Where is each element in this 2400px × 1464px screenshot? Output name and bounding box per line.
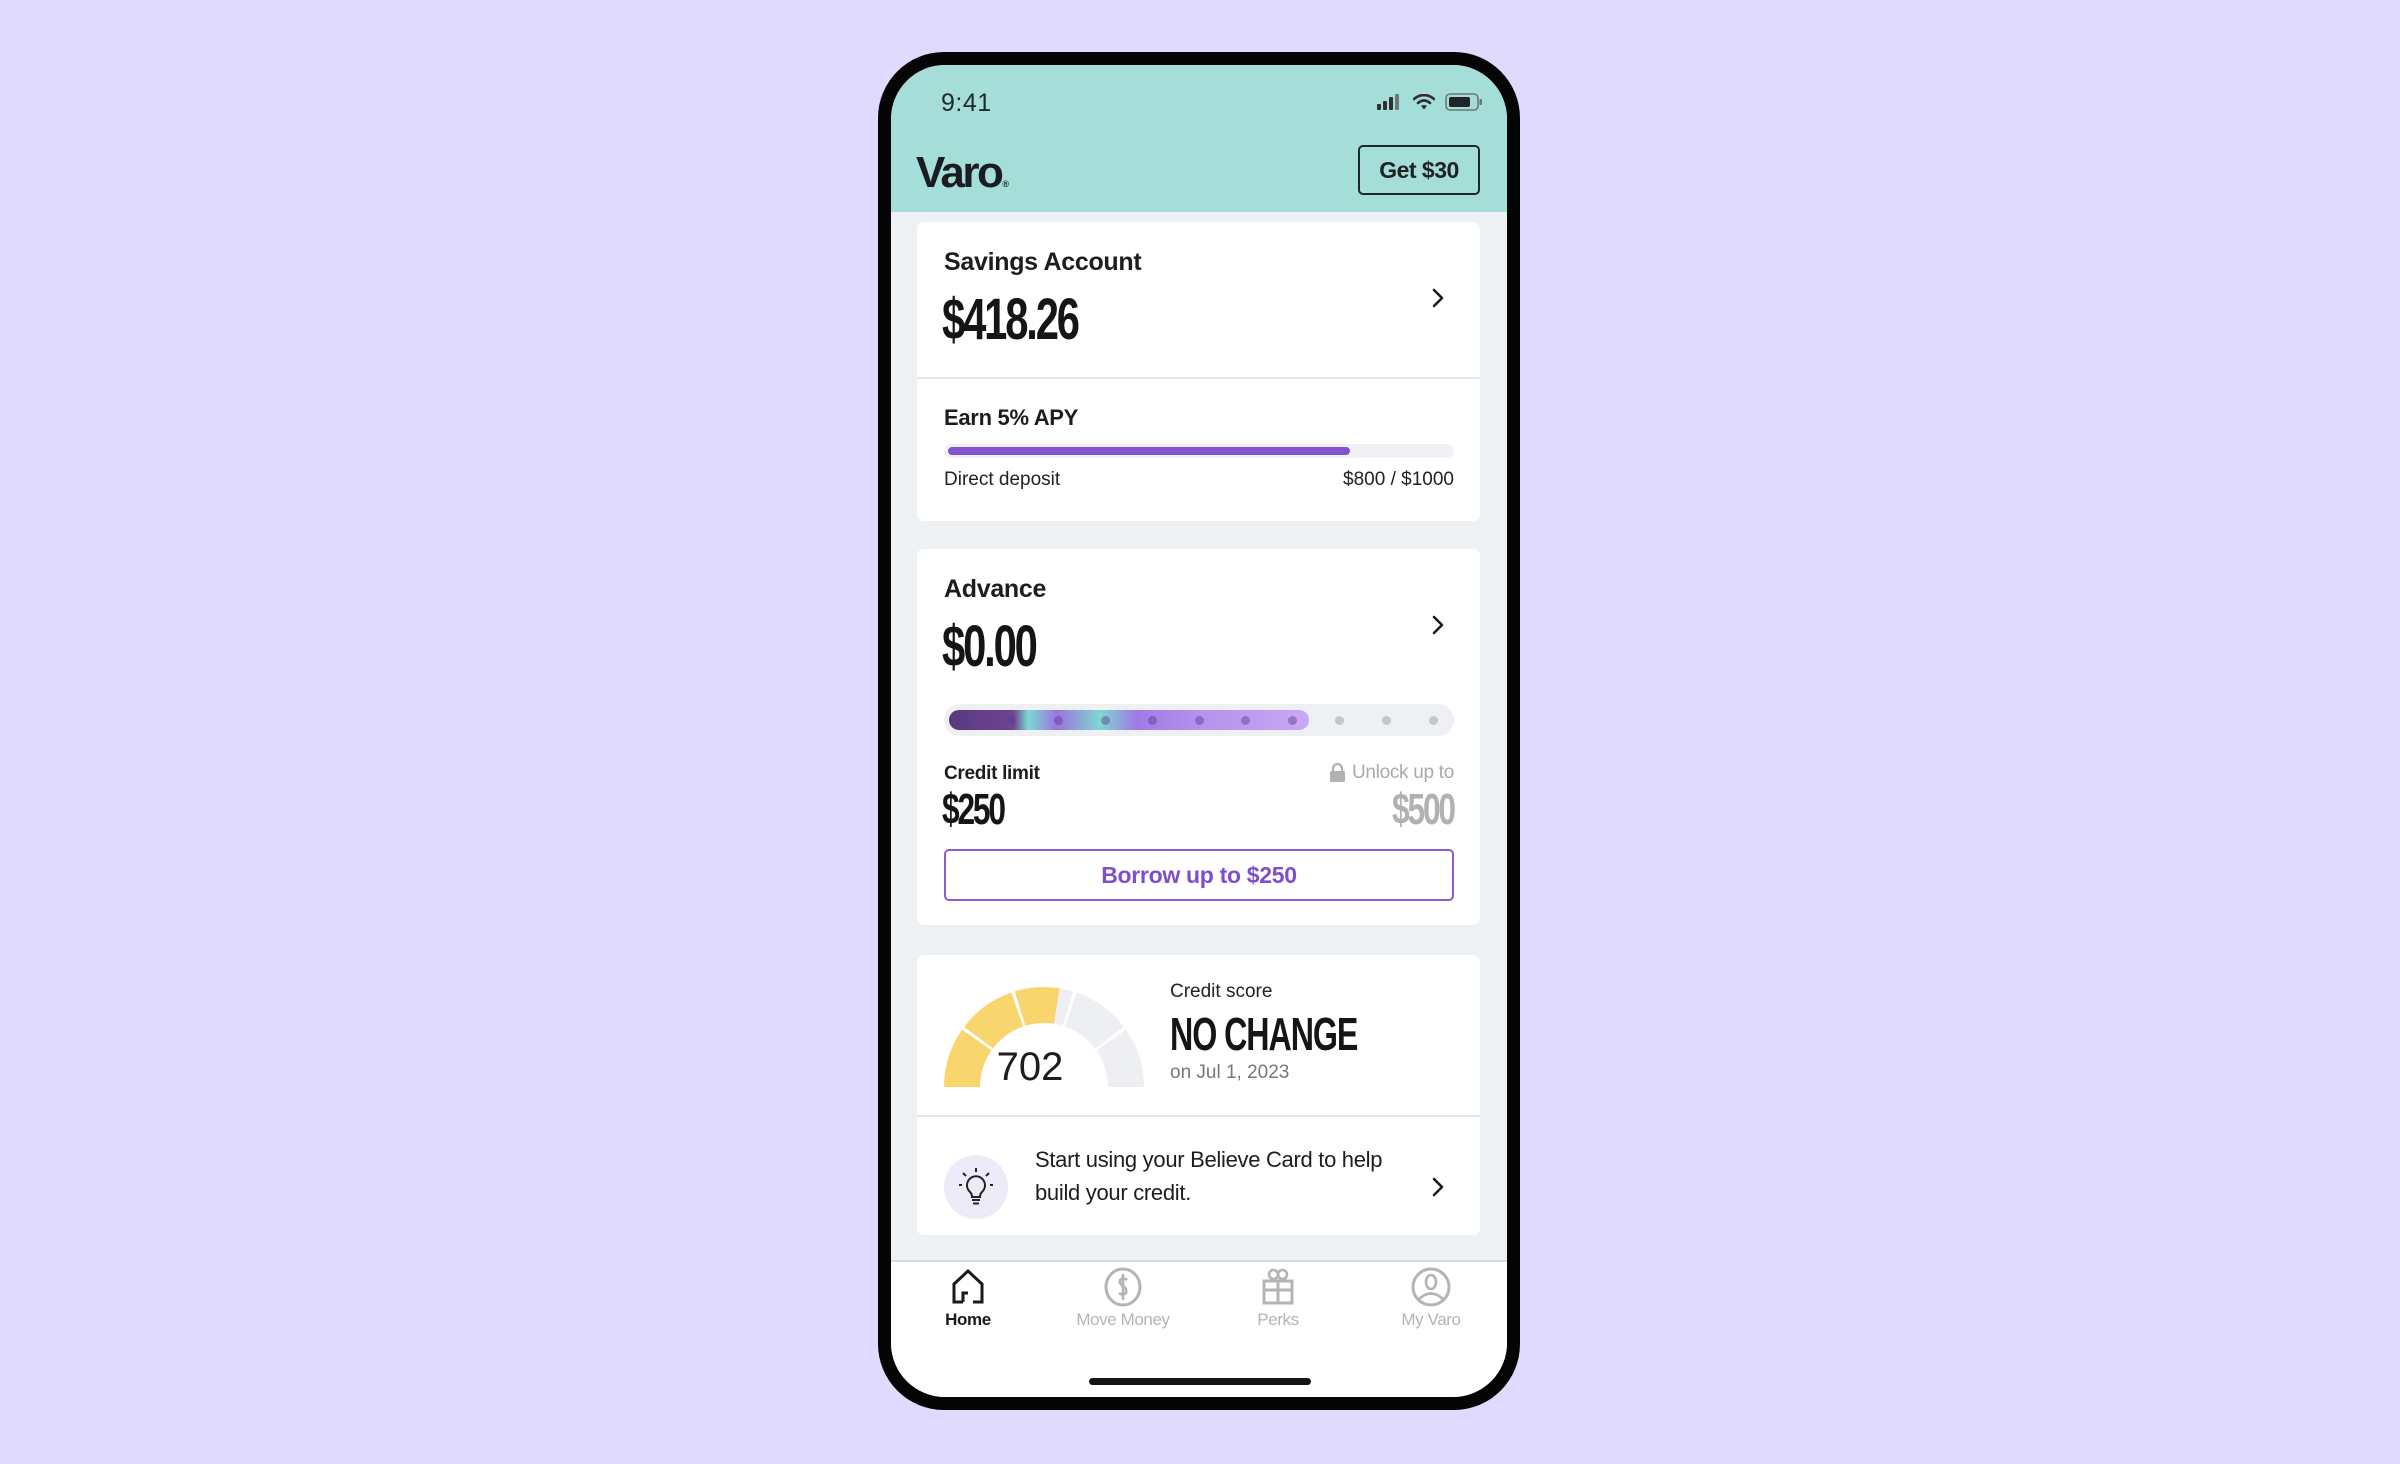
dollar-circle-icon [1104, 1267, 1142, 1307]
advance-card[interactable]: Advance $0.00 Credit limit $250 Unlock u… [917, 549, 1480, 925]
signal-icon [1377, 94, 1399, 110]
credit-limit-label: Credit limit [944, 763, 1040, 784]
phone-frame: 9:41 Varo® Get $30 Savings Account $418.… [878, 52, 1520, 1410]
app-header: 9:41 Varo® Get $30 [891, 65, 1507, 212]
status-time: 9:41 [941, 89, 992, 117]
home-indicator[interactable] [1089, 1378, 1311, 1385]
chevron-right-icon[interactable] [1430, 613, 1446, 637]
lock-icon [1329, 763, 1345, 782]
status-icons [1377, 93, 1483, 111]
advance-tier-progress-bar [944, 704, 1454, 736]
savings-title: Savings Account [944, 248, 1142, 276]
app-screen: 9:41 Varo® Get $30 Savings Account $418.… [891, 65, 1507, 1397]
credit-limit-amount: $250 [942, 785, 1006, 834]
credit-score-value: 702 [996, 1045, 1064, 1089]
tip-icon-badge [944, 1155, 1008, 1219]
credit-score-card[interactable]: 702 Credit score NO CHANGE on Jul 1, 202… [917, 955, 1480, 1235]
user-circle-icon [1411, 1267, 1451, 1307]
advance-tier-dot [960, 716, 969, 725]
gauge-segment-filled [1014, 987, 1060, 1026]
advance-tier-dot [1335, 716, 1345, 725]
unlock-amount: $500 [1392, 785, 1456, 834]
wifi-icon [1413, 94, 1435, 110]
advance-tier-dot [1429, 716, 1438, 725]
nav-item-perks[interactable]: Perks [1203, 1266, 1353, 1330]
advance-title: Advance [944, 575, 1047, 603]
advance-tier-dot [1147, 716, 1157, 725]
borrow-button[interactable]: Borrow up to $250 [944, 849, 1454, 901]
credit-score-date: on Jul 1, 2023 [1170, 1062, 1290, 1083]
nav-label-perks: Perks [1257, 1310, 1299, 1329]
lightbulb-icon [959, 1168, 993, 1205]
card-divider [917, 377, 1480, 379]
home-icon [952, 1268, 984, 1304]
advance-tier-dot [1053, 716, 1063, 725]
battery-icon [1445, 93, 1482, 111]
advance-tier-dot [1382, 716, 1392, 725]
savings-account-card[interactable]: Savings Account $418.26 Earn 5% APY Dire… [917, 222, 1480, 521]
nav-label-my-varo: My Varo [1401, 1310, 1461, 1329]
credit-score-status: NO CHANGE [1170, 1008, 1358, 1060]
nav-label-move-money: Move Money [1076, 1310, 1170, 1329]
card-divider [917, 1115, 1480, 1117]
advance-balance: $0.00 [942, 614, 1038, 679]
varo-logo: Varo® [916, 148, 1010, 197]
nav-item-home[interactable]: Home [893, 1266, 1043, 1330]
unlock-label: Unlock up to [1351, 762, 1454, 783]
direct-deposit-label: Direct deposit [944, 469, 1061, 490]
unlock-label-row: Unlock up to [1329, 762, 1454, 784]
savings-balance: $418.26 [942, 287, 1080, 352]
gift-icon [1262, 1268, 1294, 1305]
advance-tier-dot [1006, 716, 1016, 725]
credit-score-label: Credit score [1170, 981, 1273, 1002]
credit-tip-text[interactable]: Start using your Believe Card to help bu… [1035, 1143, 1415, 1209]
bottom-navigation: Home Move Money Perks My Varo [891, 1260, 1507, 1397]
unlock-amount-wrap: $500 [1254, 785, 1456, 840]
chevron-right-icon[interactable] [1430, 286, 1446, 310]
advance-tier-dot [1100, 716, 1110, 725]
apy-title: Earn 5% APY [944, 405, 1079, 430]
nav-label-home: Home [945, 1310, 991, 1329]
nav-item-move-money[interactable]: Move Money [1048, 1266, 1198, 1330]
advance-tier-progress-fill [949, 710, 1310, 730]
advance-tier-dot [1194, 716, 1204, 725]
chevron-right-icon[interactable] [1430, 1175, 1446, 1199]
get-30-promo-button[interactable]: Get $30 [1358, 145, 1480, 195]
direct-deposit-progress-bar [944, 444, 1454, 458]
nav-item-my-varo[interactable]: My Varo [1356, 1266, 1506, 1330]
direct-deposit-value: $800 / $1000 [1343, 469, 1454, 490]
direct-deposit-progress-fill [948, 447, 1350, 455]
